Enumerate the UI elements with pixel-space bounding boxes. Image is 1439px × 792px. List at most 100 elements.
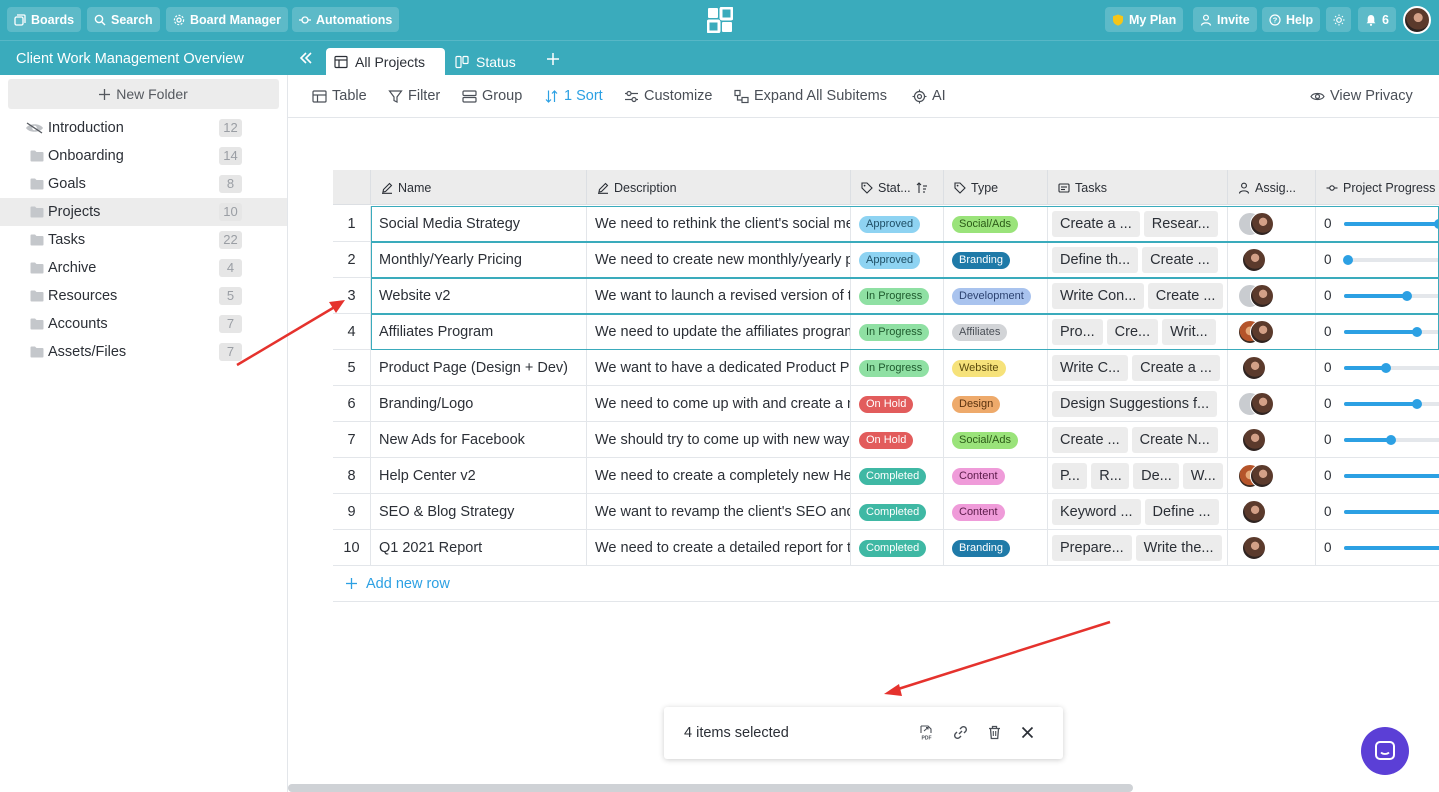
task-chip[interactable]: Create ...	[1147, 283, 1223, 309]
tasks-cell[interactable]: Write C... Create a ...	[1047, 350, 1227, 386]
tasks-cell[interactable]: Create a ... Resear...	[1047, 206, 1227, 242]
progress-cell[interactable]: 0	[1315, 494, 1439, 530]
progress-slider[interactable]: 0	[1324, 494, 1439, 530]
user-avatar[interactable]	[1403, 6, 1431, 34]
status-cell[interactable]: In Progress	[850, 350, 943, 386]
progress-knob[interactable]	[1380, 363, 1391, 373]
assignee-avatar[interactable]	[1242, 248, 1266, 272]
progress-cell[interactable]: 0	[1315, 422, 1439, 458]
name-cell[interactable]: Branding/Logo	[370, 386, 586, 422]
progress-cell[interactable]: 0	[1315, 458, 1439, 494]
assignee-cell[interactable]	[1227, 494, 1315, 530]
assignee-cell[interactable]	[1227, 386, 1315, 422]
row-number[interactable]: 3	[333, 278, 370, 314]
task-chip[interactable]: Create ...	[1142, 247, 1218, 273]
description-cell[interactable]: We want to launch a revised version of t…	[586, 278, 850, 314]
progress-knob[interactable]	[1343, 255, 1354, 265]
tab-all-projects[interactable]: All Projects	[326, 48, 445, 76]
customize-button[interactable]: Customize	[624, 88, 713, 104]
task-chip[interactable]: P...	[1052, 463, 1088, 489]
sidebar-folder-tasks[interactable]: Tasks 22	[0, 226, 287, 254]
tasks-cell[interactable]: Define th... Create ...	[1047, 242, 1227, 278]
task-chip[interactable]: Define ...	[1144, 499, 1219, 525]
assignee-avatar[interactable]	[1250, 284, 1274, 308]
assignee-avatar[interactable]	[1242, 500, 1266, 524]
table-row[interactable]: 9 SEO & Blog Strategy We want to revamp th…	[333, 494, 1439, 530]
progress-slider[interactable]: 0	[1324, 458, 1439, 494]
assignee-avatar[interactable]	[1250, 320, 1274, 344]
status-cell[interactable]: In Progress	[850, 278, 943, 314]
status-cell[interactable]: In Progress	[850, 314, 943, 350]
type-cell[interactable]: Social/Ads	[943, 422, 1047, 458]
assignee-avatar[interactable]	[1250, 212, 1274, 236]
sidebar-folder-archive[interactable]: Archive 4	[0, 254, 287, 282]
table-row[interactable]: 4 Affiliates Program We need to update the…	[333, 314, 1439, 350]
help-button[interactable]: ? Help	[1262, 7, 1321, 32]
task-chip[interactable]: Write the...	[1135, 535, 1222, 561]
progress-cell[interactable]: 0	[1315, 314, 1439, 350]
row-number[interactable]: 5	[333, 350, 370, 386]
assignee-cell[interactable]	[1227, 350, 1315, 386]
assignee-cell[interactable]	[1227, 530, 1315, 566]
assignee-cell[interactable]	[1227, 458, 1315, 494]
progress-cell[interactable]: 0	[1315, 242, 1439, 278]
board-manager-button[interactable]: Board Manager	[166, 7, 288, 32]
tasks-cell[interactable]: Design Suggestions f...	[1047, 386, 1227, 422]
type-cell[interactable]: Website	[943, 350, 1047, 386]
row-number[interactable]: 2	[333, 242, 370, 278]
task-chip[interactable]: Cre...	[1106, 319, 1159, 345]
task-chip[interactable]: Create ...	[1052, 427, 1128, 453]
assignee-cell[interactable]	[1227, 422, 1315, 458]
automations-button[interactable]: Automations	[292, 7, 400, 32]
description-cell[interactable]: We need to create new monthly/yearly pri…	[586, 242, 850, 278]
sidebar-folder-resources[interactable]: Resources 5	[0, 282, 287, 310]
task-chip[interactable]: Resear...	[1143, 211, 1218, 237]
chat-launcher-button[interactable]	[1361, 727, 1409, 775]
task-chip[interactable]: Pro...	[1052, 319, 1103, 345]
description-cell[interactable]: We should try to come up with new ways	[586, 422, 850, 458]
tab-status[interactable]: Status	[447, 48, 524, 76]
search-button[interactable]: Search	[87, 7, 160, 32]
progress-cell[interactable]: 0	[1315, 530, 1439, 566]
task-chip[interactable]: Writ...	[1162, 319, 1216, 345]
type-cell[interactable]: Development	[943, 278, 1047, 314]
progress-slider[interactable]: 0	[1324, 314, 1439, 350]
expand-subitems-button[interactable]: Expand All Subitems	[734, 88, 887, 104]
table-view-button[interactable]: Table	[312, 88, 367, 104]
boards-button[interactable]: Boards	[7, 7, 82, 32]
table-row[interactable]: 7 New Ads for Facebook We should try to co…	[333, 422, 1439, 458]
type-cell[interactable]: Content	[943, 458, 1047, 494]
row-number[interactable]: 7	[333, 422, 370, 458]
type-cell[interactable]: Content	[943, 494, 1047, 530]
add-tab-icon[interactable]	[546, 52, 560, 66]
task-chip[interactable]: R...	[1091, 463, 1130, 489]
tasks-cell[interactable]: P... R... De... W...	[1047, 458, 1227, 494]
row-number[interactable]: 9	[333, 494, 370, 530]
link-icon[interactable]	[952, 724, 969, 741]
filter-button[interactable]: Filter	[388, 88, 440, 104]
assignee-avatar[interactable]	[1250, 392, 1274, 416]
progress-slider[interactable]: 0	[1324, 350, 1439, 386]
name-cell[interactable]: SEO & Blog Strategy	[370, 494, 586, 530]
view-privacy-button[interactable]: View Privacy	[1310, 88, 1413, 104]
task-chip[interactable]: Prepare...	[1052, 535, 1132, 561]
sidebar-folder-introduction[interactable]: Introduction 12	[0, 114, 287, 142]
export-pdf-icon[interactable]: PDF	[918, 724, 935, 741]
description-cell[interactable]: We need to create a completely new Help …	[586, 458, 850, 494]
description-cell[interactable]: We need to create a detailed report for …	[586, 530, 850, 566]
status-cell[interactable]: Approved	[850, 242, 943, 278]
table-row[interactable]: 1 Social Media Strategy We need to rethink…	[333, 206, 1439, 242]
table-row[interactable]: 3 Website v2 We want to launch a revised v…	[333, 278, 1439, 314]
tasks-cell[interactable]: Prepare... Write the...	[1047, 530, 1227, 566]
column-header-assignee[interactable]: Assig...	[1227, 170, 1315, 205]
collapse-sidebar-icon[interactable]	[298, 50, 314, 66]
status-cell[interactable]: On Hold	[850, 422, 943, 458]
task-chip[interactable]: Create a ...	[1132, 355, 1220, 381]
progress-cell[interactable]: 0	[1315, 386, 1439, 422]
assignee-avatar[interactable]	[1242, 356, 1266, 380]
type-cell[interactable]: Branding	[943, 530, 1047, 566]
sidebar-folder-onboarding[interactable]: Onboarding 14	[0, 142, 287, 170]
horizontal-scrollbar[interactable]	[288, 784, 1133, 792]
assignee-avatar[interactable]	[1250, 464, 1274, 488]
ai-button[interactable]: AI	[912, 88, 946, 104]
